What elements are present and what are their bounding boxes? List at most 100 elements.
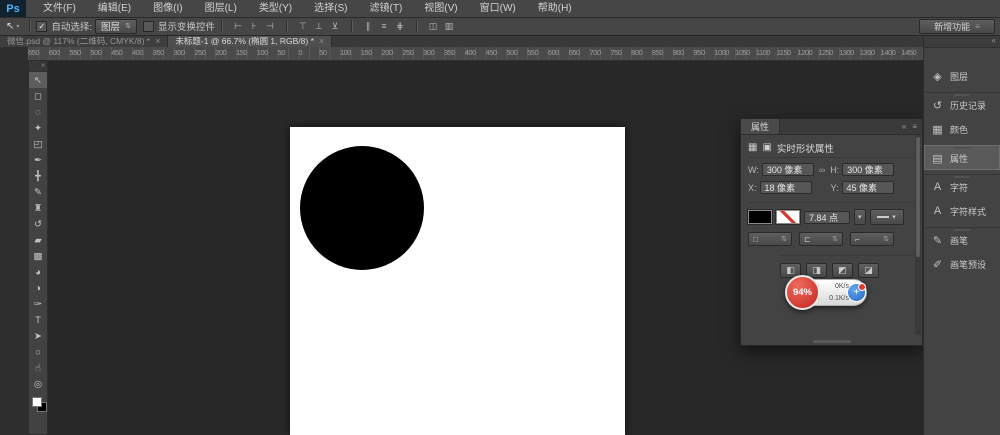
menu-image[interactable]: 图像(I) (142, 0, 193, 17)
menu-filter[interactable]: 滤镜(T) (359, 0, 414, 17)
foreground-color-swatch[interactable] (32, 397, 42, 407)
ruler-number: 850 (652, 47, 673, 59)
stroke-width-dropdown[interactable]: ▾ (854, 209, 866, 225)
menu-type[interactable]: 类型(Y) (248, 0, 303, 17)
eraser-tool[interactable]: ▰ (29, 232, 47, 248)
menu-view[interactable]: 视图(V) (413, 0, 468, 17)
auto-select-checkbox[interactable]: ✓ (36, 21, 47, 32)
ellipse-shape-tool[interactable]: ○ (29, 344, 47, 360)
close-icon[interactable]: × (319, 36, 324, 46)
panel-icon: A (931, 181, 944, 193)
ruler-number: 100 (340, 47, 361, 59)
hand-tool[interactable]: ☝ (29, 360, 47, 376)
properties-panel-tab[interactable]: 属性 (741, 119, 780, 134)
collapse-panel-icon[interactable]: « (902, 122, 906, 131)
marquee-tool[interactable]: ◻ (29, 88, 47, 104)
align-bottom-edges-icon[interactable]: ⊻ (328, 20, 342, 33)
ruler-number: 150 (236, 47, 257, 59)
clone-stamp-tool[interactable]: ♜ (29, 200, 47, 216)
ruler-number: 800 (631, 47, 652, 59)
menu-window[interactable]: 窗口(W) (469, 0, 527, 17)
dock-panel-properties[interactable]: ▤ 属性 (924, 145, 1000, 170)
ruler-number: 50 (278, 47, 299, 59)
document-tab-wechat[interactable]: 微信.psd @ 117% (二维码, CMYK/8) * × (0, 35, 168, 47)
y-field[interactable]: 45 像素 (842, 181, 894, 194)
document-tab-untitled[interactable]: 未标题-1 @ 66.7% (椭圆 1, RGB/8) * × (168, 35, 332, 47)
crop-tool[interactable]: ◰ (29, 136, 47, 152)
menu-edit[interactable]: 编辑(E) (87, 0, 142, 17)
collapse-toolbar-icon[interactable]: » (29, 61, 47, 72)
move-tool-icon: ↖ (6, 21, 14, 32)
menu-select[interactable]: 选择(S) (303, 0, 358, 17)
panel-menu-icon[interactable]: ≡ (912, 122, 917, 131)
fill-color-swatch[interactable] (748, 210, 772, 224)
menu-layer[interactable]: 图层(L) (194, 0, 248, 17)
move-tool[interactable]: ↖ (29, 72, 47, 88)
close-icon[interactable]: × (155, 36, 160, 46)
quick-selection-tool[interactable]: ✦ (29, 120, 47, 136)
mask-properties-icon[interactable]: ▣ (762, 142, 771, 153)
height-field[interactable]: 300 像素 (842, 163, 894, 176)
distribute-spacing-icon[interactable]: ⋕ (393, 20, 407, 33)
dock-panel-layers[interactable]: ◈ 图层 (924, 64, 1000, 88)
width-field[interactable]: 300 像素 (762, 163, 814, 176)
tool-preset-button[interactable]: ↖ ▾ (6, 21, 19, 32)
ruler-number: 1150 (777, 47, 798, 59)
zoom-tool[interactable]: ◎ (29, 376, 47, 392)
stroke-width-field[interactable]: 7.84 点 (804, 211, 850, 224)
show-transform-checkbox[interactable] (143, 21, 154, 32)
lasso-tool[interactable]: ◌ (29, 104, 47, 120)
stroke-color-swatch[interactable] (776, 210, 800, 224)
ruler-number: 200 (382, 47, 403, 59)
stroke-caps-select[interactable]: ⊏ ⇅ (799, 232, 843, 246)
x-field[interactable]: 18 像素 (760, 181, 812, 194)
align-left-edges-icon[interactable]: ⊢ (231, 20, 245, 33)
panel-resize-grip[interactable] (813, 340, 851, 343)
menu-file[interactable]: 文件(F) (32, 0, 87, 17)
type-tool[interactable]: T (29, 312, 47, 328)
expand-dock-icon[interactable]: « (924, 35, 1000, 48)
divider (351, 20, 352, 32)
menu-help[interactable]: 帮助(H) (527, 0, 583, 17)
brush-tool[interactable]: ✎ (29, 184, 47, 200)
ruler-number: 1100 (756, 47, 777, 59)
eyedropper-tool[interactable]: ✒ (29, 152, 47, 168)
align-horizontal-centers-icon[interactable]: ⊦ (247, 20, 261, 33)
ruler-number: 950 (694, 47, 715, 59)
dock-panel-brush-presets[interactable]: ✐ 画笔预设 (924, 252, 1000, 276)
path-selection-tool[interactable]: ➤ (29, 328, 47, 344)
align-right-edges-icon[interactable]: ⊣ (263, 20, 277, 33)
history-brush-tool[interactable]: ↺ (29, 216, 47, 232)
auto-select-label: 自动选择: (51, 19, 92, 33)
blur-tool[interactable]: ◕ (29, 264, 47, 280)
stroke-align-select[interactable]: □ ⇅ (748, 232, 792, 246)
workspace-switcher-button[interactable]: 新增功能 ≡ (919, 19, 995, 34)
memory-usage-ball[interactable]: 94% (785, 275, 820, 310)
distribute-vertical-icon[interactable]: ≡ (377, 20, 391, 33)
healing-brush-tool[interactable]: ╋ (29, 168, 47, 184)
panel-dock: « ◈ 图层 ↺ 历史记录 ▦ 颜色 ▤ 属性 A 字符 A 字符样式 ✎ 画笔 (923, 35, 1000, 435)
panel-icon: ↺ (931, 99, 944, 112)
auto-align-layers-icon[interactable]: ◫ (426, 20, 440, 33)
dock-panel-character-styles[interactable]: A 字符样式 (924, 199, 1000, 223)
divider (29, 20, 30, 32)
dock-panel-character[interactable]: A 字符 (924, 174, 1000, 199)
auto-select-target-select[interactable]: 图层 ⇅ (95, 19, 137, 34)
net-speed-floating-widget[interactable]: ↑ ↓ 0K/s 0.1K/s + 94% (785, 275, 869, 312)
link-dimensions-icon[interactable]: ∞ (819, 165, 825, 175)
stroke-corners-select[interactable]: ⌐ ⇅ (850, 232, 894, 246)
dock-panel-history[interactable]: ↺ 历史记录 (924, 92, 1000, 117)
accelerate-button[interactable]: + (847, 283, 866, 302)
pen-tool[interactable]: ✑ (29, 296, 47, 312)
panel-icon: ✎ (931, 234, 944, 247)
align-vertical-centers-icon[interactable]: ⊥ (312, 20, 326, 33)
align-top-edges-icon[interactable]: ⊤ (296, 20, 310, 33)
gradient-tool[interactable]: ▩ (29, 248, 47, 264)
dodge-tool[interactable]: ◑ (29, 280, 47, 296)
distribute-horizontal-icon[interactable]: ∥ (361, 20, 375, 33)
stroke-type-select[interactable]: ▾ (870, 209, 904, 225)
dock-panel-color[interactable]: ▦ 颜色 (924, 117, 1000, 141)
auto-align-mode-icon[interactable]: ▥ (442, 20, 456, 33)
dock-panel-brush[interactable]: ✎ 画笔 (924, 227, 1000, 252)
panel-scrollbar[interactable] (915, 135, 921, 335)
